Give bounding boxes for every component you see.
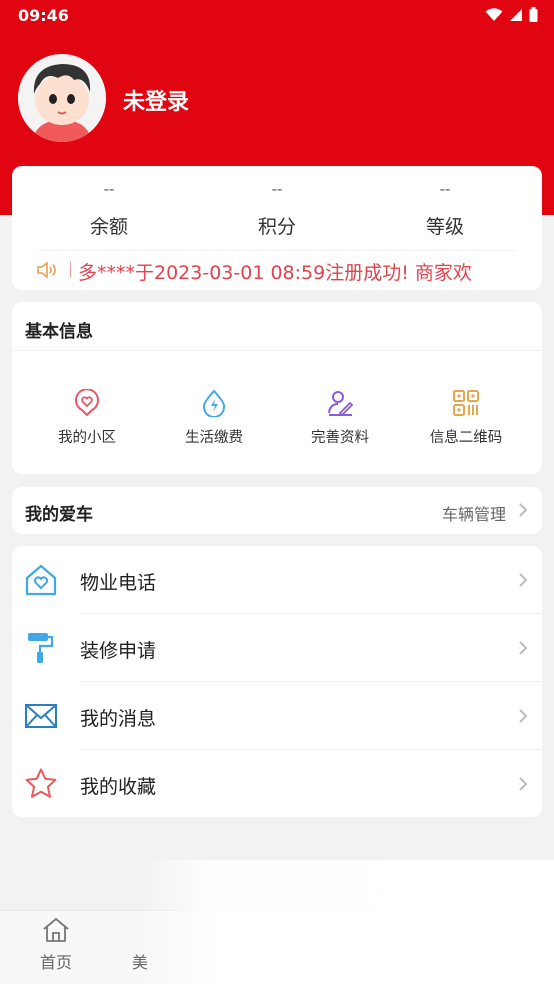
avatar-face-icon [18,54,106,142]
basic-info-card: 基本信息 我的小区 生活缴费 完善资料 信息二维码 [12,302,542,474]
section-title: 我的爱车 [25,505,93,525]
water-drop-icon [202,389,226,417]
tab-label: 首页 [39,953,72,972]
stat-value: -- [103,180,115,198]
stat-label: 等级 [425,216,464,238]
grid-item-label: 完善资料 [311,430,369,446]
star-icon [25,768,57,798]
chevron-right-icon [519,573,528,587]
stat-level[interactable]: -- 等级 [360,180,530,239]
menu-item-label: 物业电话 [80,572,157,594]
grid-item-label: 我的小区 [58,430,116,446]
menu-list: 物业电话 装修申请 我的消息 我的收藏 [12,546,542,817]
home-icon [43,918,69,942]
stats-card: -- 余额 -- 积分 -- 等级 多****于2023-03-01 08:59… [12,166,542,290]
heart-pin-icon [75,389,99,417]
menu-item-label: 我的收藏 [80,776,157,798]
status-bar: 09:46 [0,0,554,32]
stat-value: -- [271,180,283,198]
menu-item-property-phone[interactable]: 物业电话 [12,546,542,614]
notice-text: 多****于2023-03-01 08:59注册成功! 商家欢 [78,262,472,284]
house-heart-icon [25,564,57,596]
divider [38,250,516,251]
battery-icon [529,7,538,22]
username[interactable]: 未登录 [123,84,189,116]
menu-item-label: 我的消息 [80,708,157,730]
stat-points[interactable]: -- 积分 [192,180,362,239]
grid-item-bill-payment[interactable]: 生活缴费 [148,388,280,447]
edit-profile-icon [328,391,354,417]
stat-label: 余额 [89,216,128,238]
my-car-card[interactable]: 我的爱车 车辆管理 [12,487,542,534]
paint-roller-icon [28,633,54,663]
speaker-icon [37,261,56,279]
status-time: 09:46 [18,6,69,25]
qr-code-icon [453,390,479,416]
notice-separator [70,262,71,278]
grid-item-my-community[interactable]: 我的小区 [21,388,153,447]
chevron-right-icon [519,777,528,791]
notice-marquee[interactable]: 多****于2023-03-01 08:59注册成功! 商家欢 [36,258,518,284]
grid-item-label: 生活缴费 [185,430,243,446]
menu-item-label: 装修申请 [80,640,157,662]
wifi-icon [485,7,503,21]
grid-item-qr-code[interactable]: 信息二维码 [400,388,532,447]
stat-label: 积分 [257,216,296,238]
menu-item-my-favorites[interactable]: 我的收藏 [12,750,542,818]
envelope-icon [25,704,57,728]
system-icons [485,7,538,22]
avatar[interactable] [18,54,106,142]
menu-item-renovation-request[interactable]: 装修申请 [12,614,542,682]
chevron-right-icon [519,503,528,517]
chevron-right-icon [519,641,528,655]
stat-value: -- [439,180,451,198]
tab-home[interactable]: 首页 [26,917,86,973]
menu-item-my-messages[interactable]: 我的消息 [12,682,542,750]
fade-overlay [140,860,554,984]
divider [12,350,542,351]
chevron-right-icon [519,709,528,723]
vehicle-management-link[interactable]: 车辆管理 [442,501,506,525]
grid-item-label: 信息二维码 [429,430,503,446]
stat-balance[interactable]: -- 余额 [24,180,194,239]
grid-item-complete-profile[interactable]: 完善资料 [274,388,406,447]
section-title: 基本信息 [25,322,93,342]
signal-icon [510,8,522,21]
